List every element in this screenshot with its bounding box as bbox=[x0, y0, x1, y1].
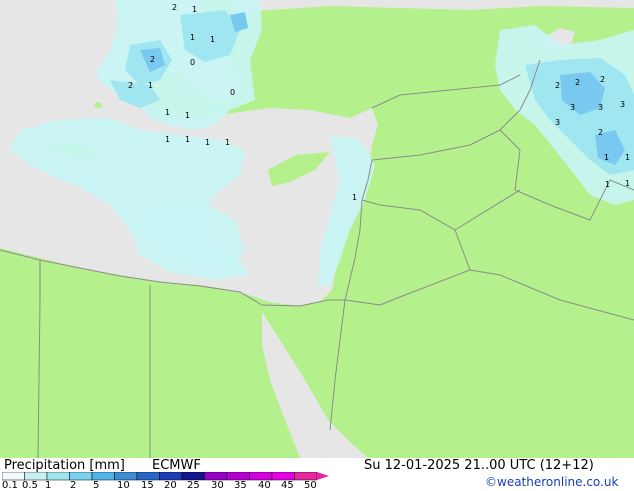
precip-value-label: 0 bbox=[190, 58, 195, 67]
precip-value-label: 3 bbox=[598, 103, 603, 112]
valid-datetime: Su 12-01-2025 21..00 UTC (12+12) bbox=[364, 458, 594, 473]
map-canvas: 2 1 1 1 2 1 2 1 1 1 1 0 1 1 1 2 2 2 3 3 3 3 2 1 1 1 1 0 bbox=[0, 0, 634, 459]
legend-swatch bbox=[294, 472, 318, 481]
precip-value-label: 1 bbox=[185, 135, 190, 144]
legend-tick-label: 35 bbox=[234, 480, 247, 491]
precip-value-label: 1 bbox=[210, 35, 215, 44]
precip-value-label: 2 bbox=[555, 81, 560, 90]
legend-tick-label: 40 bbox=[258, 480, 271, 491]
map-footer: Precipitation [mm] ECMWF Su 12-01-2025 2… bbox=[0, 458, 634, 491]
legend-tick-label: 1 bbox=[45, 480, 52, 491]
legend-swatch bbox=[91, 472, 115, 481]
island bbox=[94, 102, 102, 108]
legend-swatch bbox=[159, 472, 183, 481]
legend-swatch bbox=[69, 472, 93, 481]
credit-link[interactable]: ©weatheronline.co.uk bbox=[485, 475, 618, 489]
map-title: Precipitation [mm] bbox=[4, 458, 125, 473]
legend-tick-label: 20 bbox=[164, 480, 177, 491]
precipitation-map: 2 1 1 1 2 1 2 1 1 1 1 0 1 1 1 2 2 2 3 3 3 3 2 1 1 1 1 0 bbox=[0, 0, 634, 459]
precip-value-label: 1 bbox=[205, 138, 210, 147]
precip-value-label: 2 bbox=[172, 3, 177, 12]
legend-swatch bbox=[136, 472, 160, 481]
legend-swatch bbox=[24, 472, 48, 481]
legend-tick-label: 0.1 bbox=[2, 480, 18, 491]
precip-value-label: 3 bbox=[555, 118, 560, 127]
legend-tick-label: 2 bbox=[70, 480, 77, 491]
legend-tick-label: 5 bbox=[93, 480, 100, 491]
legend-swatch bbox=[114, 472, 138, 481]
precip-value-label: 1 bbox=[625, 179, 630, 188]
precip-value-label: 1 bbox=[148, 81, 153, 90]
legend-swatch bbox=[2, 472, 25, 481]
precip-value-label: 0 bbox=[230, 88, 235, 97]
precip-value-label: 2 bbox=[128, 81, 133, 90]
legend-tick-label: 15 bbox=[141, 480, 154, 491]
legend-tick-label: 45 bbox=[281, 480, 294, 491]
legend-swatch bbox=[46, 472, 70, 481]
legend-tick-label: 0.5 bbox=[22, 480, 38, 491]
precip-value-label: 2 bbox=[150, 55, 155, 64]
legend-swatch bbox=[181, 472, 205, 481]
legend-swatch bbox=[249, 472, 273, 481]
legend-tick-label: 30 bbox=[211, 480, 224, 491]
precip-value-label: 1 bbox=[352, 193, 357, 202]
precip-value-label: 2 bbox=[575, 78, 580, 87]
legend-swatch bbox=[226, 472, 250, 481]
precip-value-label: 1 bbox=[185, 111, 190, 120]
precip-value-label: 1 bbox=[165, 108, 170, 117]
precip-value-label: 1 bbox=[192, 5, 197, 14]
precip-value-label: 1 bbox=[625, 153, 630, 162]
precip-value-label: 2 bbox=[600, 75, 605, 84]
legend-tick-label: 50 bbox=[304, 480, 317, 491]
precip-value-label: 1 bbox=[165, 135, 170, 144]
legend-arrow bbox=[317, 472, 329, 480]
legend-swatch bbox=[271, 472, 295, 481]
precip-value-label: 3 bbox=[570, 103, 575, 112]
model-name: ECMWF bbox=[152, 458, 201, 473]
precip-value-label: 1 bbox=[225, 138, 230, 147]
precip-value-label: 1 bbox=[605, 180, 610, 189]
precip-value-label: 1 bbox=[604, 153, 609, 162]
legend-tick-label: 25 bbox=[187, 480, 200, 491]
precip-value-label: 1 bbox=[190, 33, 195, 42]
precip-value-label: 2 bbox=[598, 128, 603, 137]
legend-tick-label: 10 bbox=[117, 480, 130, 491]
precip-value-label: 3 bbox=[620, 100, 625, 109]
legend-swatch bbox=[204, 472, 228, 481]
